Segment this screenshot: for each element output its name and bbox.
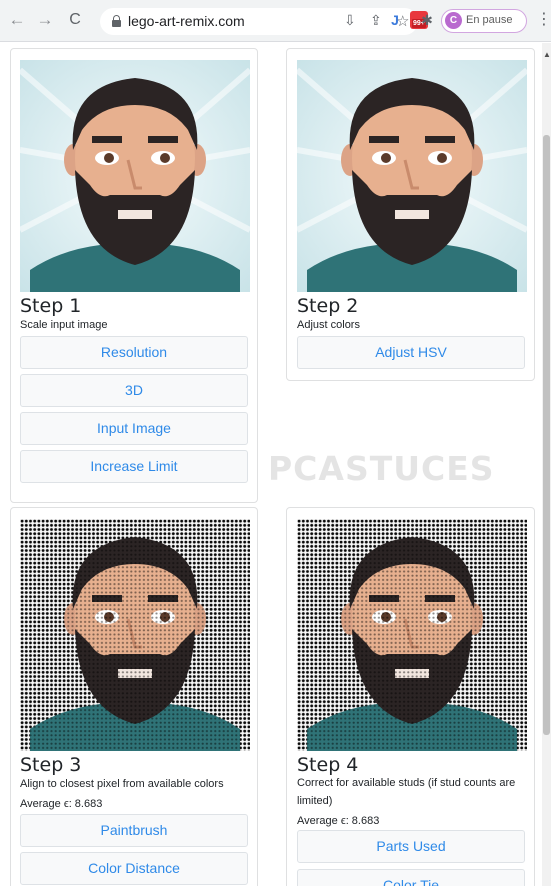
step-3-average: Average ϵ: 8.683 (20, 798, 103, 810)
step-1-card: Step 1 Scale input image Resolution 3D I… (10, 48, 258, 503)
url-text[interactable]: lego-art-remix.com (128, 13, 245, 29)
step-2-title: Step 2 (297, 295, 359, 317)
back-icon[interactable]: ← (6, 9, 28, 31)
step-4-card: Step 4 Correct for available studs (if s… (286, 507, 535, 886)
step-2-card: Step 2 Adjust colors Adjust HSV (286, 48, 535, 381)
scroll-up-icon[interactable]: ▲ (543, 50, 551, 59)
step-1-description: Scale input image (20, 319, 108, 331)
step-3-title: Step 3 (20, 754, 82, 776)
step-4-average: Average ϵ: 8.683 (297, 815, 380, 827)
step-4-title: Step 4 (297, 754, 359, 776)
lock-icon[interactable] (112, 15, 121, 27)
step-2-image (297, 60, 527, 292)
input-image-button[interactable]: Input Image (20, 412, 248, 445)
reload-icon[interactable]: C (64, 9, 86, 31)
step-4-description-line-1: Correct for available studs (if stud cou… (297, 777, 516, 789)
increase-limit-button[interactable]: Increase Limit (20, 450, 248, 483)
3d-button[interactable]: 3D (20, 374, 248, 407)
resolution-button[interactable]: Resolution (20, 336, 248, 369)
paintbrush-button[interactable]: Paintbrush (20, 814, 248, 847)
color-tie-button[interactable]: Color Tie (297, 869, 525, 886)
menu-kebab-icon[interactable]: ⋮ (536, 10, 551, 30)
profile-label: En pause (466, 14, 513, 26)
step-4-image (297, 519, 527, 751)
avatar: C (445, 12, 462, 29)
color-distance-button[interactable]: Color Distance (20, 852, 248, 885)
address-bar[interactable]: lego-art-remix.com ⇩ ⇪ ☆ (100, 8, 418, 35)
forward-icon[interactable]: → (34, 9, 56, 31)
install-app-icon[interactable]: ⇩ (344, 12, 356, 29)
watermark: PCASTUCES (268, 449, 495, 488)
parts-used-button[interactable]: Parts Used (297, 830, 525, 863)
step-3-description: Align to closest pixel from available co… (20, 778, 224, 790)
browser-toolbar: ← → C lego-art-remix.com ⇩ ⇪ ☆ J 99+ ✱ C… (0, 0, 551, 42)
extensions-puzzle-icon[interactable]: ✱ (418, 11, 436, 29)
adjust-hsv-button[interactable]: Adjust HSV (297, 336, 525, 369)
step-2-description: Adjust colors (297, 319, 360, 331)
step-3-card: Step 3 Align to closest pixel from avail… (10, 507, 258, 886)
step-4-description-line-2: limited) (297, 795, 333, 807)
step-1-image (20, 60, 250, 292)
step-1-title: Step 1 (20, 295, 82, 317)
share-icon[interactable]: ⇪ (370, 12, 382, 29)
step-3-image (20, 519, 250, 751)
profile-button[interactable]: C En pause (441, 9, 527, 33)
page-content: PCASTUCES ▲ Step 1 Scale input image Res… (0, 43, 551, 886)
extension-jm-icon[interactable]: J (386, 11, 404, 29)
scroll-thumb[interactable] (543, 135, 550, 735)
